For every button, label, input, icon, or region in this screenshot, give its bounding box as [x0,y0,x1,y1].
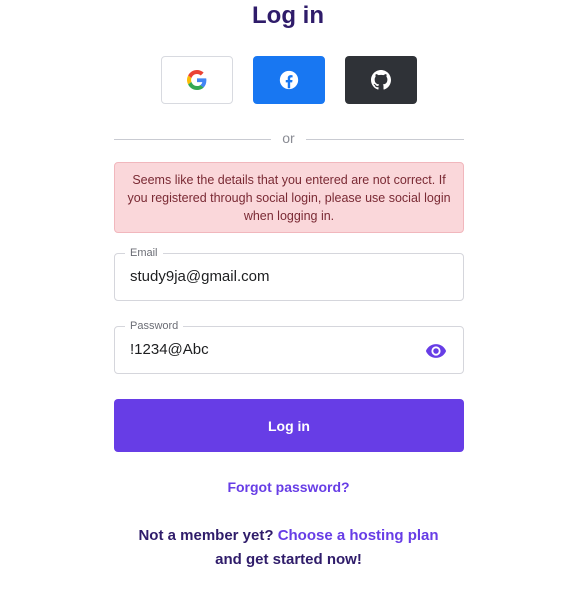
github-login-button[interactable] [345,56,417,104]
choose-hosting-plan-link[interactable]: Choose a hosting plan [278,527,439,544]
github-icon [371,70,391,90]
signup-prompt-text: Not a member yet? [138,527,274,544]
forgot-password-link[interactable]: Forgot password? [0,479,577,495]
password-input[interactable]: !1234@Abc [130,341,209,358]
divider-line-right [306,139,464,140]
error-alert-message: Seems like the details that you entered … [127,173,451,223]
google-icon [187,70,207,90]
facebook-icon [279,70,299,90]
login-button-label: Log in [268,417,310,434]
divider-line-left [114,139,271,140]
error-alert: Seems like the details that you entered … [114,162,464,233]
eye-icon[interactable] [424,340,448,362]
signup-prompt-suffix: and get started now! [215,551,362,568]
email-label: Email [125,246,163,260]
facebook-login-button[interactable] [253,56,325,104]
signup-prompt: Not a member yet? Choose a hosting plan [0,527,577,544]
email-input[interactable]: study9ja@gmail.com [130,268,269,285]
password-label: Password [125,319,184,333]
email-field[interactable]: Email study9ja@gmail.com [114,246,464,301]
google-login-button[interactable] [161,56,233,104]
password-field[interactable]: Password !1234@Abc [114,319,464,374]
page-title: Log in [252,2,324,29]
login-button[interactable]: Log in [114,399,464,452]
divider-or: or [282,130,295,146]
